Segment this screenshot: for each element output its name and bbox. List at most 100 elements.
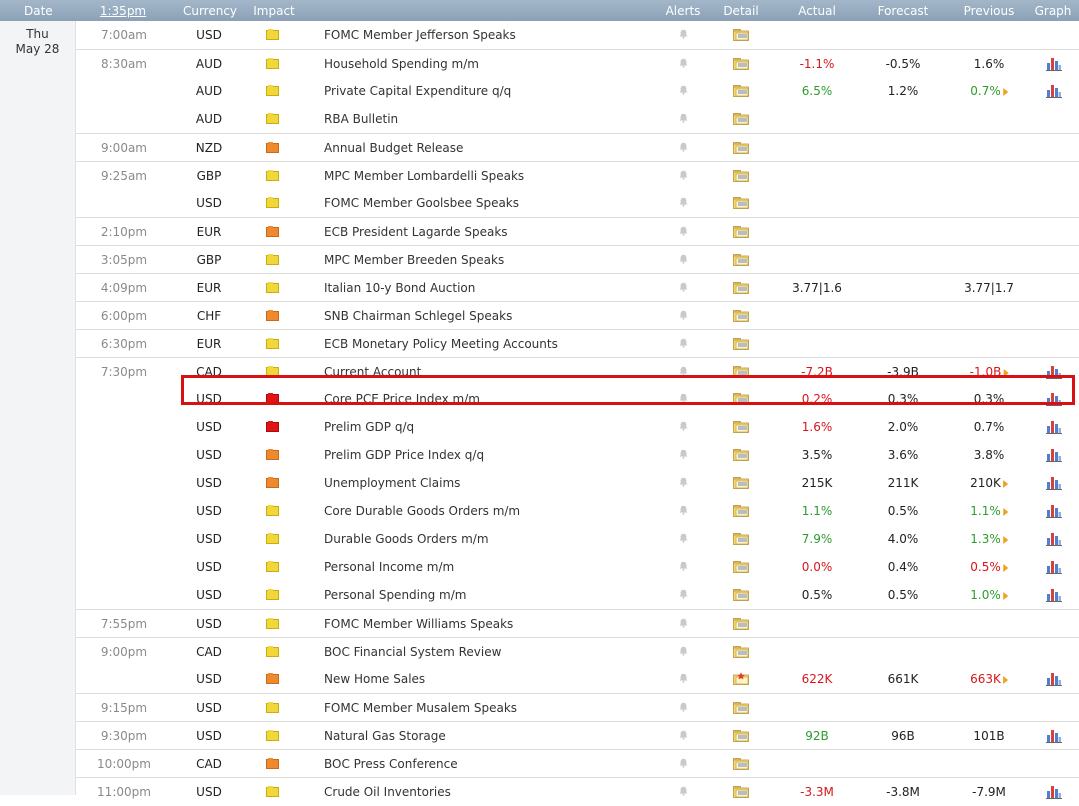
header-impact[interactable]: Impact	[253, 4, 295, 18]
detail-folder-icon[interactable]	[733, 476, 750, 489]
alert-bell-icon[interactable]	[679, 421, 688, 431]
table-row[interactable]: 8:30am AUD Household Spending m/m -1.1% -0.5…	[76, 49, 1079, 78]
alert-bell-icon[interactable]	[679, 142, 688, 152]
alert-bell-icon[interactable]	[679, 170, 688, 180]
table-row[interactable]: 6:30pm EUR ECB Monetary Policy Meeting Acc…	[76, 329, 1079, 358]
event-title[interactable]: Natural Gas Storage	[324, 722, 446, 750]
event-title[interactable]: Prelim GDP q/q	[324, 413, 414, 441]
alert-bell-icon[interactable]	[679, 505, 688, 515]
alert-bell-icon[interactable]	[679, 673, 688, 683]
detail-folder-icon[interactable]	[733, 28, 750, 41]
alert-bell-icon[interactable]	[679, 477, 688, 487]
alert-bell-icon[interactable]	[679, 730, 688, 740]
detail-folder-icon[interactable]	[733, 225, 750, 238]
table-row[interactable]: 3:05pm GBP MPC Member Breeden Speaks	[76, 245, 1079, 274]
table-row[interactable]: USD Unemployment Claims 215K 211K 210K	[76, 469, 1079, 497]
detail-folder-icon[interactable]	[733, 84, 750, 97]
event-title[interactable]: MPC Member Breeden Speaks	[324, 246, 504, 274]
event-title[interactable]: Personal Spending m/m	[324, 581, 466, 609]
event-title[interactable]: RBA Bulletin	[324, 105, 398, 133]
graph-icon[interactable]	[1046, 559, 1062, 574]
alert-bell-icon[interactable]	[679, 197, 688, 207]
revised-flag-icon[interactable]	[1002, 536, 1008, 544]
revised-flag-icon[interactable]	[1002, 564, 1008, 572]
header-time[interactable]: 1:35pm	[100, 4, 146, 18]
event-title[interactable]: ECB President Lagarde Speaks	[324, 218, 508, 246]
graph-icon[interactable]	[1046, 56, 1062, 71]
table-row[interactable]: 9:00pm CAD BOC Financial System Review	[76, 637, 1079, 666]
detail-folder-icon[interactable]	[733, 57, 750, 70]
event-title[interactable]: FOMC Member Goolsbee Speaks	[324, 189, 519, 217]
graph-icon[interactable]	[1046, 784, 1062, 799]
table-row[interactable]: USD FOMC Member Goolsbee Speaks	[76, 189, 1079, 217]
graph-icon[interactable]	[1046, 671, 1062, 686]
detail-folder-icon[interactable]	[733, 420, 750, 433]
event-title[interactable]: Durable Goods Orders m/m	[324, 525, 489, 553]
event-title[interactable]: BOC Press Conference	[324, 750, 458, 778]
event-title[interactable]: Household Spending m/m	[324, 50, 479, 78]
detail-folder-icon[interactable]	[733, 309, 750, 322]
revised-flag-icon[interactable]	[1002, 592, 1008, 600]
event-title[interactable]: FOMC Member Jefferson Speaks	[324, 21, 516, 49]
alert-bell-icon[interactable]	[679, 758, 688, 768]
event-title[interactable]: Unemployment Claims	[324, 469, 460, 497]
detail-folder-icon[interactable]	[733, 785, 750, 798]
revised-flag-icon[interactable]	[1002, 480, 1008, 488]
header-actual[interactable]: Actual	[798, 4, 836, 18]
event-title[interactable]: Italian 10-y Bond Auction	[324, 274, 475, 302]
graph-icon[interactable]	[1046, 83, 1062, 98]
detail-folder-icon[interactable]	[733, 504, 750, 517]
graph-icon[interactable]	[1046, 728, 1062, 743]
table-row[interactable]: 9:30pm USD Natural Gas Storage 92B 96B 101B	[76, 721, 1079, 750]
table-row[interactable]: USD Durable Goods Orders m/m 7.9% 4.0% 1.3%	[76, 525, 1079, 553]
graph-icon[interactable]	[1046, 587, 1062, 602]
event-title[interactable]: FOMC Member Musalem Speaks	[324, 694, 517, 722]
header-alerts[interactable]: Alerts	[666, 4, 701, 18]
alert-bell-icon[interactable]	[679, 254, 688, 264]
detail-folder-icon[interactable]	[733, 337, 750, 350]
graph-icon[interactable]	[1046, 419, 1062, 434]
graph-icon[interactable]	[1046, 503, 1062, 518]
revised-flag-icon[interactable]	[1002, 676, 1008, 684]
event-title[interactable]: MPC Member Lombardelli Speaks	[324, 162, 524, 190]
event-title[interactable]: Personal Income m/m	[324, 553, 454, 581]
table-row[interactable]: 9:25am GBP MPC Member Lombardelli Speaks	[76, 161, 1079, 190]
event-title[interactable]: ECB Monetary Policy Meeting Accounts	[324, 330, 558, 358]
revised-flag-icon[interactable]	[1002, 508, 1008, 516]
event-title[interactable]: Annual Budget Release	[324, 134, 463, 162]
table-row[interactable]: 9:00am NZD Annual Budget Release	[76, 133, 1079, 162]
header-previous[interactable]: Previous	[964, 4, 1015, 18]
detail-folder-icon[interactable]	[733, 112, 750, 125]
event-title[interactable]: Crude Oil Inventories	[324, 778, 451, 806]
header-detail[interactable]: Detail	[723, 4, 758, 18]
table-row[interactable]: 7:55pm USD FOMC Member Williams Speaks	[76, 609, 1079, 638]
header-forecast[interactable]: Forecast	[878, 4, 929, 18]
table-row[interactable]: 9:15pm USD FOMC Member Musalem Speaks	[76, 693, 1079, 722]
table-row[interactable]: USD Prelim GDP q/q 1.6% 2.0% 0.7%	[76, 413, 1079, 441]
detail-folder-icon[interactable]	[733, 448, 750, 461]
event-title[interactable]: Prelim GDP Price Index q/q	[324, 441, 484, 469]
detail-folder-icon[interactable]	[733, 169, 750, 182]
alert-bell-icon[interactable]	[679, 449, 688, 459]
table-row[interactable]: 2:10pm EUR ECB President Lagarde Speaks	[76, 217, 1079, 246]
detail-folder-icon[interactable]	[733, 701, 750, 714]
event-title[interactable]: Private Capital Expenditure q/q	[324, 77, 511, 105]
detail-folder-icon[interactable]	[733, 141, 750, 154]
graph-icon[interactable]	[1046, 447, 1062, 462]
event-title[interactable]: SNB Chairman Schlegel Speaks	[324, 302, 512, 330]
detail-folder-icon[interactable]	[733, 672, 750, 685]
table-row[interactable]: 11:00pm USD Crude Oil Inventories -3.3M -3.8…	[76, 777, 1079, 806]
alert-bell-icon[interactable]	[679, 226, 688, 236]
header-currency[interactable]: Currency	[183, 4, 237, 18]
table-row[interactable]: AUD Private Capital Expenditure q/q 6.5% 1.…	[76, 77, 1079, 105]
detail-folder-icon[interactable]	[733, 645, 750, 658]
alert-bell-icon[interactable]	[679, 282, 688, 292]
alert-bell-icon[interactable]	[679, 561, 688, 571]
table-row[interactable]: USD Core Durable Goods Orders m/m 1.1% 0.5%…	[76, 497, 1079, 525]
header-date[interactable]: Date	[24, 4, 53, 18]
header-graph[interactable]: Graph	[1035, 4, 1072, 18]
table-row[interactable]: AUD RBA Bulletin	[76, 105, 1079, 133]
alert-bell-icon[interactable]	[679, 113, 688, 123]
table-row[interactable]: USD Personal Spending m/m 0.5% 0.5% 1.0%	[76, 581, 1079, 609]
detail-folder-icon[interactable]	[733, 281, 750, 294]
